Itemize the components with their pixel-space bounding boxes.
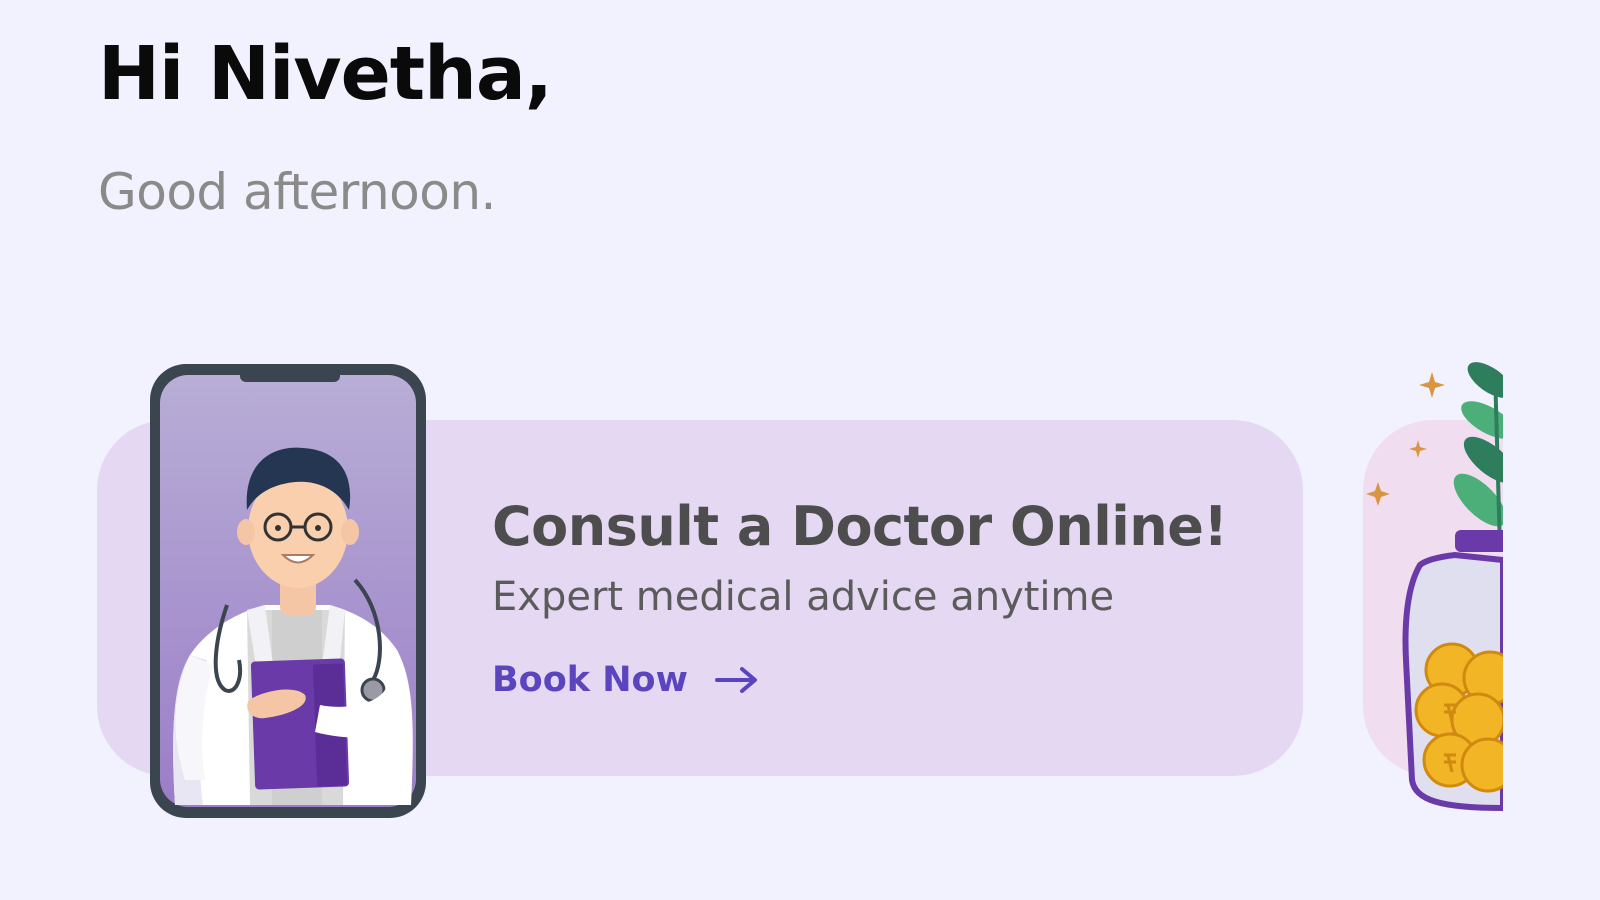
card-description: Expert medical advice anytime (492, 574, 1115, 620)
greeting-subtitle: Good afternoon. (98, 163, 496, 221)
book-now-button[interactable]: Book Now (492, 660, 760, 700)
arrow-right-icon (714, 667, 757, 693)
coin-jar-plant-illustration (1366, 362, 1503, 812)
book-now-label: Book Now (492, 660, 688, 700)
promo-carousel[interactable]: Consult a Doctor Online! Expert medical … (0, 360, 1503, 830)
doctor-on-phone-illustration (150, 364, 426, 818)
greeting-title: Hi Nivetha, (98, 31, 553, 117)
card-title: Consult a Doctor Online! (492, 495, 1228, 558)
